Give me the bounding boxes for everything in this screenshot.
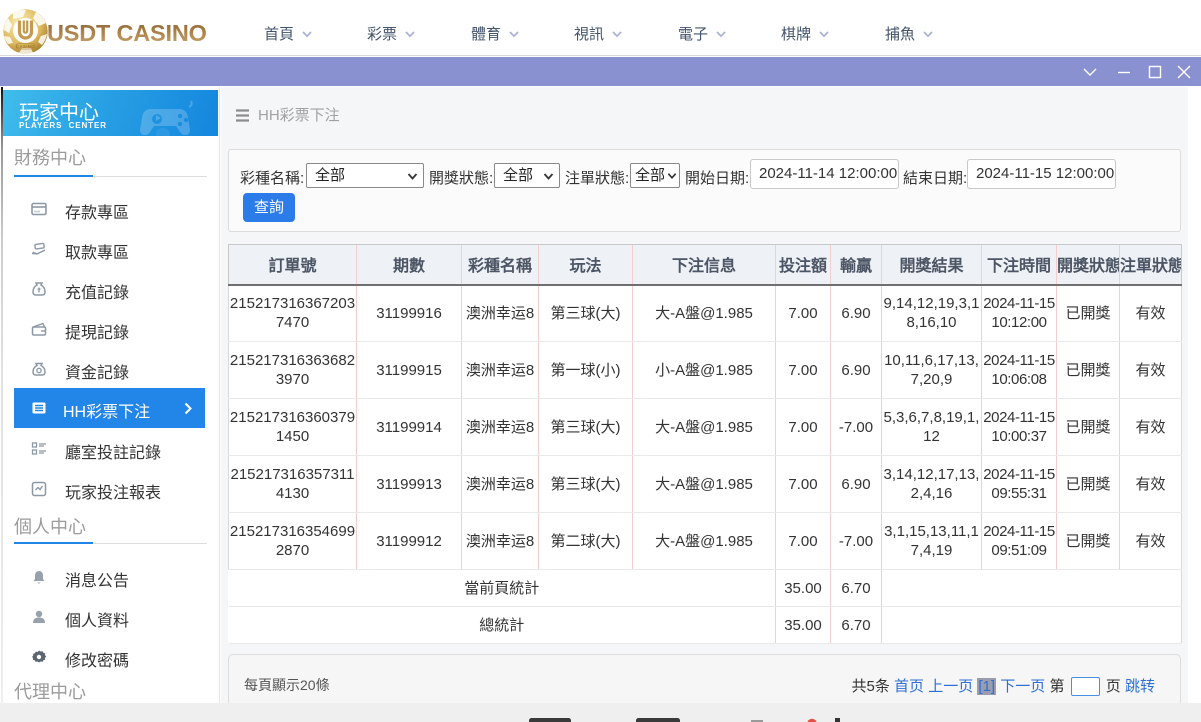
svg-text:CASINO: CASINO (16, 44, 35, 49)
